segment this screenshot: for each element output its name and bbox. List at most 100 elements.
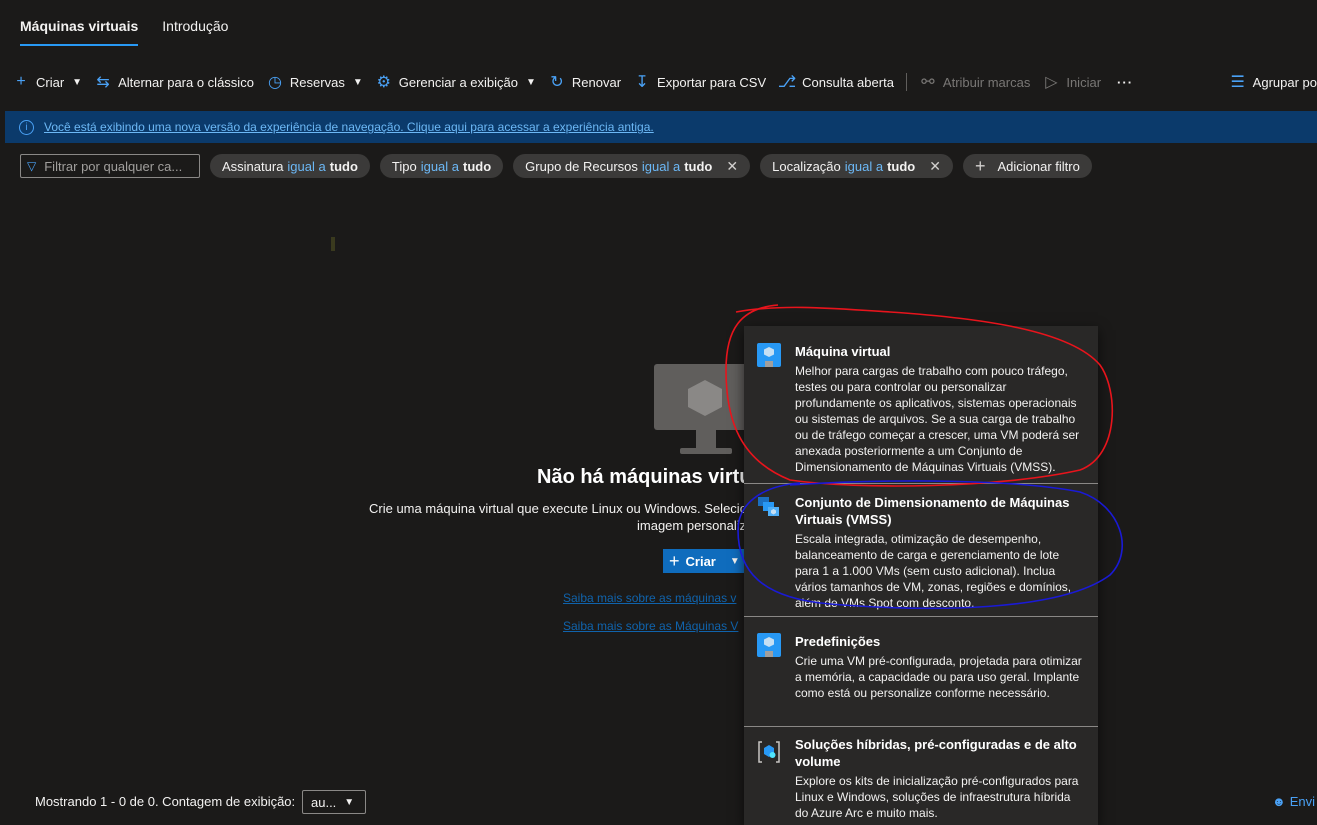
chevron-down-icon: ▼ — [729, 555, 740, 567]
swap-arrows-icon: ⇆ — [96, 74, 110, 91]
empty-state-description-2: imagem personaliz — [637, 518, 747, 533]
menu-item-description: Melhor para cargas de trabalho com pouco… — [795, 364, 1080, 474]
export-csv-label: Exportar para CSV — [657, 74, 767, 90]
refresh-button[interactable]: ↻ Renovar — [542, 66, 627, 98]
menu-item-vmss[interactable]: Conjunto de Dimensionamento de Máquinas … — [744, 494, 1098, 611]
menu-divider — [744, 483, 1098, 484]
brackets-cube-icon — [757, 740, 781, 764]
banner-link[interactable]: Você está exibindo uma nova versão da ex… — [44, 120, 654, 134]
create-label: Criar — [36, 74, 65, 90]
pill-name: Assinatura — [222, 158, 284, 174]
group-by-button[interactable]: ☰ Agrupar po — [1223, 66, 1317, 98]
filter-pill-resource-group[interactable]: Grupo de Recursos igual a tudo ✕ — [513, 154, 751, 178]
refresh-icon: ↻ — [550, 74, 564, 91]
play-icon: ▷ — [1045, 74, 1058, 91]
pill-name: Tipo — [391, 158, 417, 174]
query-graph-icon: ⎇ — [777, 74, 797, 91]
reservations-label: Reservas — [289, 74, 345, 90]
menu-item-description: Escala integrada, otimização de desempen… — [795, 532, 1072, 610]
add-filter-button[interactable]: + Adicionar filtro — [962, 154, 1092, 178]
pill-operator: igual a — [641, 158, 681, 174]
pill-value: tudo — [329, 158, 358, 174]
switch-classic-button[interactable]: ⇆ Alternar para o clássico — [88, 66, 260, 98]
funnel-icon: ▽ — [27, 159, 37, 173]
chevron-down-icon: ▼ — [352, 76, 363, 88]
start-label: Iniciar — [1066, 74, 1102, 90]
reservations-button[interactable]: ◷ Reservas ▼ — [260, 66, 369, 98]
menu-item-description: Explore os kits de inicialização pré-con… — [795, 774, 1079, 820]
create-button[interactable]: + Criar ▼ — [6, 66, 88, 98]
list-icon: ☰ — [1230, 74, 1245, 91]
info-banner: i Você está exibindo uma nova versão da … — [5, 111, 1317, 143]
command-bar: + Criar ▼ ⇆ Alternar para o clássico ◷ R… — [0, 66, 1317, 98]
pill-name: Grupo de Recursos — [525, 158, 638, 174]
display-count-select[interactable]: au... ▼ — [302, 790, 366, 814]
switch-classic-label: Alternar para o clássico — [118, 74, 254, 90]
plus-icon: + — [974, 155, 986, 176]
virtual-machine-icon — [757, 343, 781, 367]
chevron-down-icon: ▼ — [344, 796, 355, 808]
menu-divider — [744, 726, 1098, 727]
filter-input[interactable]: ▽ Filtrar por qualquer ca... — [20, 154, 200, 178]
tab-introduction[interactable]: Introdução — [162, 18, 228, 46]
empty-state-create-button[interactable]: + Criar ▼ — [663, 549, 747, 573]
menu-item-title: Predefinições — [795, 634, 881, 649]
pill-value: tudo — [463, 158, 492, 174]
tab-bar: Máquinas virtuais Introdução — [20, 18, 228, 46]
close-icon[interactable]: ✕ — [726, 158, 738, 175]
manage-view-button[interactable]: ⚙ Gerenciar a exibição ▼ — [369, 66, 542, 98]
pill-operator: igual a — [844, 158, 884, 174]
manage-view-label: Gerenciar a exibição — [398, 74, 518, 90]
menu-item-virtual-machine[interactable]: Máquina virtual Melhor para cargas de tr… — [744, 343, 1098, 475]
pill-value: tudo — [887, 158, 916, 174]
feedback-person-icon: ☻ — [1272, 794, 1286, 809]
start-button[interactable]: ▷ Iniciar — [1036, 66, 1107, 98]
tag-icon: ⚯ — [921, 74, 935, 91]
learn-more-vmss-link[interactable]: Saiba mais sobre as Máquinas V — [563, 619, 738, 633]
more-button[interactable]: ··· — [1111, 66, 1139, 98]
toolbar-divider — [905, 73, 907, 91]
pill-operator: igual a — [420, 158, 460, 174]
create-dropdown-menu: Máquina virtual Melhor para cargas de tr… — [744, 326, 1098, 825]
assign-tags-label: Atribuir marcas — [942, 74, 1031, 90]
export-csv-button[interactable]: ↧ Exportar para CSV — [627, 66, 772, 98]
tab-virtual-machines[interactable]: Máquinas virtuais — [20, 18, 139, 46]
more-icon: ··· — [1117, 74, 1134, 90]
add-filter-label: Adicionar filtro — [997, 158, 1080, 174]
refresh-label: Renovar — [571, 74, 622, 90]
feedback-button[interactable]: ☻ Envi — [1272, 794, 1315, 809]
pill-name: Localização — [772, 158, 841, 174]
menu-item-presets[interactable]: Predefinições Crie uma VM pré-configurad… — [744, 633, 1098, 701]
feedback-label: Envi — [1289, 794, 1315, 809]
create-label: Criar — [685, 553, 716, 569]
chevron-down-icon: ▼ — [525, 76, 536, 88]
empty-state-illustration — [654, 364, 758, 458]
cursor-artifact — [331, 237, 335, 251]
monitor-base — [680, 448, 732, 454]
pagination-summary: Mostrando 1 - 0 de 0. Contagem de exibiç… — [35, 794, 296, 809]
pill-value: tudo — [684, 158, 713, 174]
display-count-value: au... — [311, 794, 337, 810]
empty-state-title: Não há máquinas virtu — [537, 466, 752, 488]
group-by-label: Agrupar po — [1252, 74, 1317, 90]
learn-more-vm-link[interactable]: Saiba mais sobre as máquinas v — [563, 591, 736, 605]
menu-item-title: Máquina virtual — [795, 344, 891, 359]
filter-placeholder: Filtrar por qualquer ca... — [44, 158, 183, 174]
filter-pill-subscription[interactable]: Assinatura igual a tudo — [210, 154, 370, 178]
menu-item-title: Soluções híbridas, pré-configuradas e de… — [795, 737, 1077, 769]
chevron-down-icon: ▼ — [72, 76, 83, 88]
clock-icon: ◷ — [267, 74, 282, 91]
menu-item-hybrid-solutions[interactable]: Soluções híbridas, pré-configuradas e de… — [744, 736, 1098, 821]
menu-item-description: Crie uma VM pré-configurada, projetada p… — [795, 654, 1082, 700]
filter-pill-location[interactable]: Localização igual a tudo ✕ — [760, 154, 953, 178]
assign-tags-button[interactable]: ⚯ Atribuir marcas — [913, 66, 1036, 98]
monitor-neck — [696, 430, 716, 450]
plus-icon: + — [669, 550, 680, 571]
open-query-label: Consulta aberta — [802, 74, 894, 90]
open-query-button[interactable]: ⎇ Consulta aberta — [772, 66, 900, 98]
filter-pill-type[interactable]: Tipo igual a tudo — [379, 154, 504, 178]
menu-divider — [744, 616, 1098, 617]
close-icon[interactable]: ✕ — [929, 158, 941, 175]
download-icon: ↧ — [635, 74, 649, 91]
plus-icon: + — [16, 73, 26, 90]
